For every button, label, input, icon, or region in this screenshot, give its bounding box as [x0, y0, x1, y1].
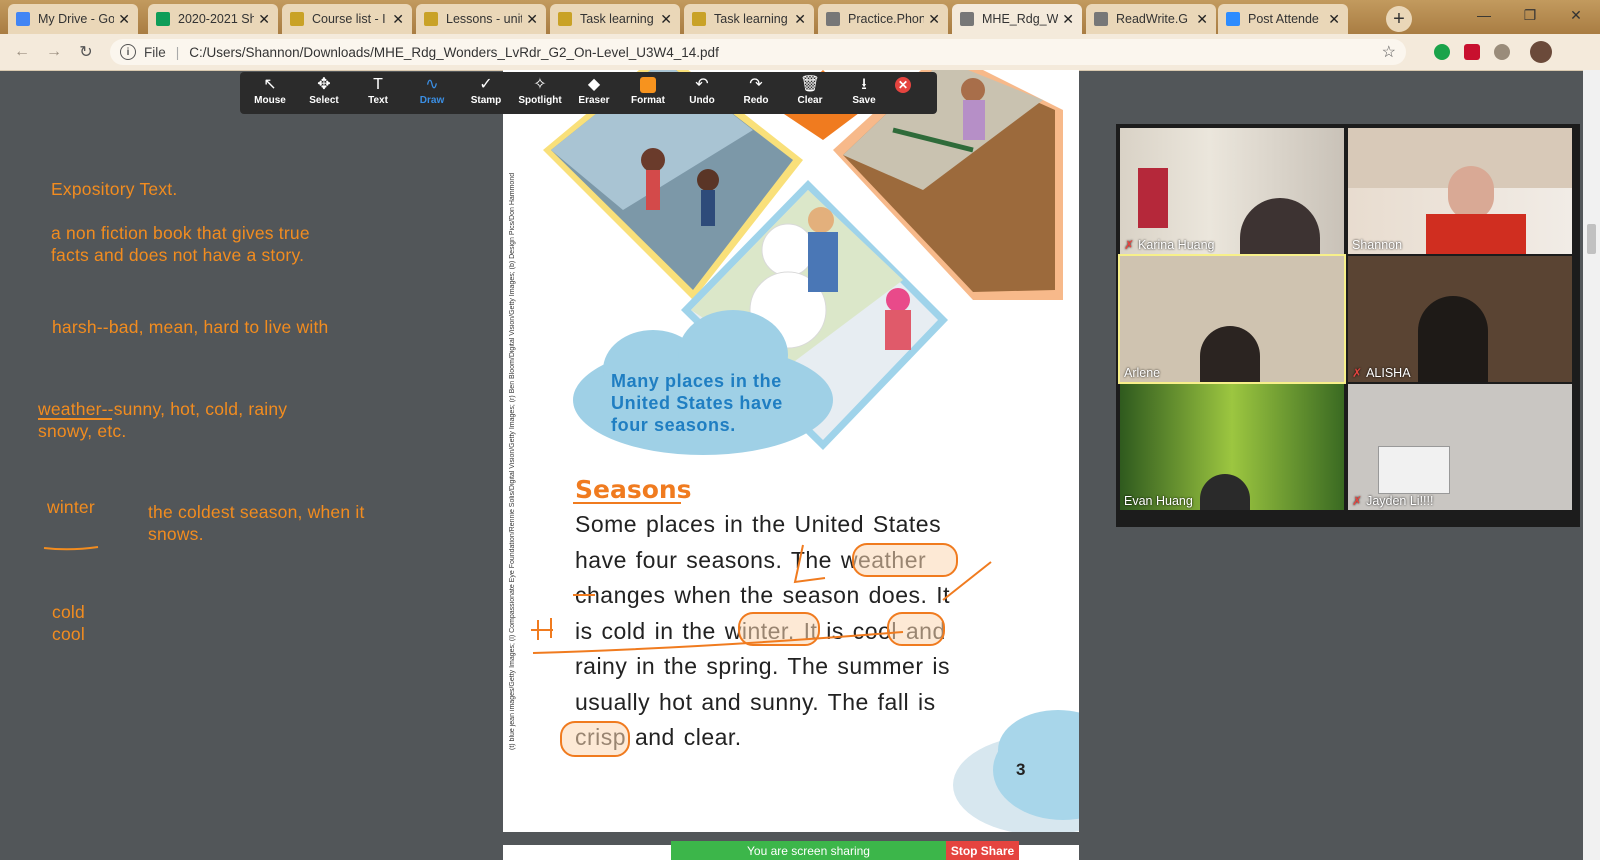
participant-name: Arlene [1124, 366, 1161, 380]
tab-favicon-icon [1094, 12, 1108, 26]
tab-favicon-icon [960, 12, 974, 26]
tool-spotlight[interactable]: ✧ Spotlight [515, 75, 565, 113]
mic-muted-icon: ✗ [1352, 494, 1363, 508]
tab-close-icon[interactable]: ✕ [526, 11, 538, 28]
tool-mouse[interactable]: ↖ Mouse [245, 75, 295, 113]
tool-label: Select [309, 95, 339, 106]
tab-close-icon[interactable]: ✕ [794, 11, 806, 28]
participant-tile[interactable]: Evan Huang [1120, 384, 1344, 510]
tool-eraser[interactable]: ◆ Eraser [569, 75, 619, 113]
participant-tile[interactable]: ✗ Jayden Li!!!! [1348, 384, 1572, 510]
tool-stamp[interactable]: ✓ Stamp [461, 75, 511, 113]
participant-name: Evan Huang [1124, 494, 1193, 508]
move-icon: ✥ [317, 76, 331, 93]
ublock-icon[interactable] [1464, 44, 1480, 60]
format-icon [640, 75, 656, 95]
draw-icon: ∿ [425, 76, 439, 93]
share-status[interactable]: You are screen sharing [671, 841, 946, 860]
annotation-toolbar: ↖ Mouse ✥ Select T Text ∿ Draw ✓ Stamp ✧ Spotlight ◆… [240, 72, 937, 114]
page-scrollbar[interactable] [1583, 70, 1600, 860]
restore-button[interactable]: ❐ [1508, 0, 1552, 30]
tab-label: Post Attende [1248, 12, 1319, 26]
tool-select[interactable]: ✥ Select [299, 75, 349, 113]
pdf-page: (t) blue jean images/Getty Images; (l) C… [503, 70, 1079, 832]
share-status-text: You are screen sharing [747, 843, 870, 858]
new-tab-button[interactable]: + [1386, 6, 1412, 32]
browser-tab[interactable]: Task learning ✕ [684, 4, 814, 34]
save-icon: ⭳ [861, 76, 867, 93]
close-window-button[interactable]: ✕ [1554, 0, 1598, 30]
extension-green-icon[interactable] [1434, 44, 1450, 60]
browser-tab[interactable]: Post Attende ✕ [1218, 4, 1348, 34]
tab-favicon-icon [1226, 12, 1240, 26]
close-toolbar-icon[interactable]: ✕ [895, 77, 911, 93]
pdf-ink-annotations [531, 502, 992, 757]
participant-name: ALISHA [1366, 366, 1411, 380]
eraser-icon: ◆ [587, 76, 601, 93]
tool-draw[interactable]: ∿ Draw [407, 75, 457, 113]
participant-tile[interactable]: Shannon [1348, 128, 1572, 254]
profile-avatar[interactable] [1530, 41, 1552, 63]
mic-muted-icon: ✗ [1352, 366, 1363, 380]
mic-muted-icon: ✗ [1124, 238, 1135, 252]
tool-clear[interactable]: 🗑 Clear [785, 75, 835, 113]
tab-label: Task learning [580, 12, 654, 26]
screen-share-bar: You are screen sharing Stop Share [671, 841, 1019, 860]
tab-label: Practice.Phon [848, 12, 925, 26]
tool-label: Draw [419, 95, 445, 106]
tool-label: Redo [743, 95, 769, 106]
browser-tab[interactable]: MHE_Rdg_W ✕ [952, 4, 1082, 34]
trash-icon: 🗑 [799, 76, 821, 93]
tool-label: Clear [797, 95, 823, 106]
tool-label: Stamp [470, 95, 502, 106]
tool-save[interactable]: ⭳ Save [839, 75, 889, 113]
check-icon: ✓ [479, 76, 493, 93]
tab-favicon-icon [692, 12, 706, 26]
tab-close-icon[interactable]: ✕ [1196, 11, 1208, 28]
tool-redo[interactable]: ↷ Redo [731, 75, 781, 113]
extensions-puzzle-icon[interactable] [1494, 44, 1510, 60]
tab-label: Task learning [714, 12, 788, 26]
tool-label: Spotlight [518, 95, 562, 106]
stop-share-button[interactable]: Stop Share [946, 841, 1019, 860]
cursor-icon: ↖ [263, 76, 277, 93]
minimize-button[interactable]: — [1462, 0, 1506, 30]
bookmark-star-icon[interactable]: ☆ [1382, 42, 1396, 62]
participant-tile[interactable]: ✗ ALISHA [1348, 256, 1572, 382]
tab-close-icon[interactable]: ✕ [660, 11, 672, 28]
tool-label: Save [852, 95, 876, 106]
tool-format[interactable]: Format [623, 75, 673, 113]
tab-close-icon[interactable]: ✕ [928, 11, 940, 28]
browser-tab[interactable]: ReadWrite.G ✕ [1086, 4, 1216, 34]
tab-favicon-icon [558, 12, 572, 26]
text-icon: T [373, 76, 383, 93]
tool-label: Eraser [578, 95, 610, 106]
participant-tile[interactable]: Arlene [1118, 254, 1346, 384]
scrollbar-thumb[interactable] [1587, 224, 1596, 254]
tool-label: Undo [689, 95, 715, 106]
tab-favicon-icon [826, 12, 840, 26]
participant-name: Shannon [1352, 238, 1403, 252]
video-gallery: ✗ Karina Huang Shannon Arlene ✗ ALISHA Eva… [1116, 124, 1580, 527]
browser-tab[interactable]: Practice.Phon ✕ [818, 4, 948, 34]
tab-label: MHE_Rdg_W [982, 12, 1059, 26]
tool-label: Text [368, 95, 388, 106]
tool-undo[interactable]: ↶ Undo [677, 75, 727, 113]
tool-label: Format [631, 95, 665, 106]
tool-label: Mouse [254, 95, 286, 106]
browser-tab[interactable]: Task learning ✕ [550, 4, 680, 34]
tab-close-icon[interactable]: ✕ [1062, 11, 1074, 28]
undo-icon: ↶ [695, 76, 709, 93]
tool-text[interactable]: T Text [353, 75, 403, 113]
participant-name: Karina Huang [1138, 238, 1215, 252]
tab-close-icon[interactable]: ✕ [1328, 11, 1340, 28]
participant-name: Jayden Li!!!! [1366, 494, 1434, 508]
left-ink-marks [38, 418, 112, 551]
tab-label: ReadWrite.G [1116, 12, 1189, 26]
redo-icon: ↷ [749, 76, 763, 93]
participant-tile[interactable]: ✗ Karina Huang [1120, 128, 1344, 254]
stop-share-label: Stop Share [950, 843, 1015, 858]
spotlight-icon: ✧ [533, 76, 547, 93]
